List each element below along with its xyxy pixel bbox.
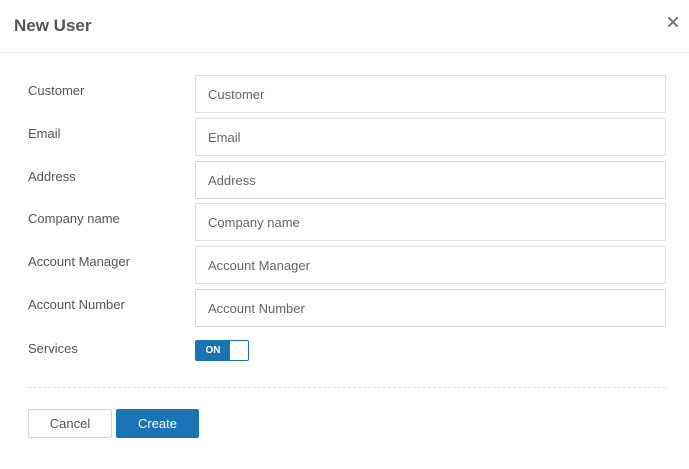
dialog-title: New User bbox=[14, 16, 92, 35]
account-number-label: Account Number bbox=[28, 297, 125, 312]
footer-divider bbox=[28, 387, 666, 388]
address-label: Address bbox=[28, 169, 76, 184]
company-name-input[interactable] bbox=[195, 203, 666, 241]
services-toggle[interactable]: ON bbox=[195, 340, 249, 361]
company-name-label: Company name bbox=[28, 211, 120, 226]
email-input[interactable] bbox=[195, 118, 666, 156]
new-user-dialog: New User Customer Email Address Company … bbox=[0, 0, 689, 469]
customer-input[interactable] bbox=[195, 75, 666, 113]
cancel-button[interactable]: Cancel bbox=[28, 409, 112, 438]
form-row-services: Services bbox=[0, 333, 689, 371]
email-label: Email bbox=[28, 126, 61, 141]
form-row-account-number: Account Number bbox=[0, 289, 689, 327]
account-manager-input[interactable] bbox=[195, 246, 666, 284]
form-row-company-name: Company name bbox=[0, 203, 689, 241]
close-icon bbox=[668, 17, 678, 27]
customer-label: Customer bbox=[28, 83, 85, 98]
form-row-account-manager: Account Manager bbox=[0, 246, 689, 284]
close-button[interactable] bbox=[660, 10, 686, 34]
toggle-knob bbox=[231, 341, 248, 360]
toggle-on-label: ON bbox=[196, 341, 230, 360]
services-label: Services bbox=[28, 341, 78, 356]
account-manager-label: Account Manager bbox=[28, 254, 130, 269]
address-input[interactable] bbox=[195, 161, 666, 199]
form-row-email: Email bbox=[0, 118, 689, 156]
form-row-customer: Customer bbox=[0, 75, 689, 113]
dialog-header: New User bbox=[0, 0, 689, 53]
account-number-input[interactable] bbox=[195, 289, 666, 327]
form-row-address: Address bbox=[0, 161, 689, 199]
create-button[interactable]: Create bbox=[116, 409, 199, 438]
